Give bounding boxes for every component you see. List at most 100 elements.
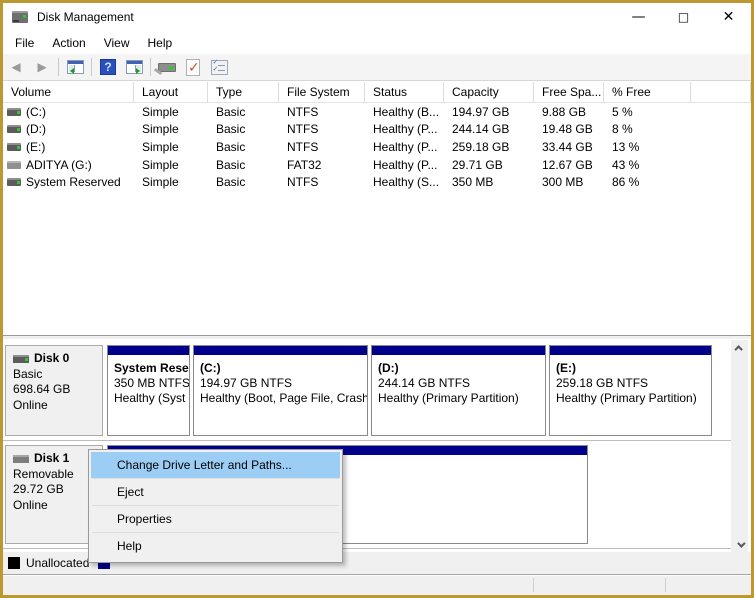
column-header-status[interactable]: Status bbox=[365, 82, 444, 102]
partition-c[interactable]: (C:) 194.97 GB NTFS Healthy (Boot, Page … bbox=[193, 345, 368, 436]
cell-status: Healthy (P... bbox=[365, 158, 444, 172]
partition-status: Healthy (Primary Partition) bbox=[556, 391, 711, 406]
cell-status: Healthy (S... bbox=[365, 175, 444, 189]
cell-capacity: 350 MB bbox=[444, 175, 534, 189]
toolbar-separator bbox=[91, 58, 92, 76]
context-menu: Change Drive Letter and Paths... Eject P… bbox=[88, 449, 343, 563]
partition-d[interactable]: (D:) 244.14 GB NTFS Healthy (Primary Par… bbox=[371, 345, 546, 436]
menu-item-eject[interactable]: Eject bbox=[91, 479, 340, 505]
menu-view[interactable]: View bbox=[95, 33, 139, 53]
partition-color-bar bbox=[372, 346, 545, 356]
help-icon: ? bbox=[100, 59, 116, 75]
disk-name: Disk 1 bbox=[34, 451, 69, 467]
cell-layout: Simple bbox=[134, 175, 208, 189]
menu-item-properties[interactable]: Properties bbox=[91, 506, 340, 532]
drive-popup-icon bbox=[158, 63, 176, 72]
disk-management-window: Disk Management — □ ✕ File Action View H… bbox=[0, 0, 754, 598]
column-header-pctfree[interactable]: % Free bbox=[604, 82, 691, 102]
toolbar-separator bbox=[150, 58, 151, 76]
status-bar bbox=[3, 574, 751, 595]
partition-title: System Rese bbox=[114, 361, 189, 376]
menu-item-help[interactable]: Help bbox=[91, 533, 340, 559]
cell-pctfree: 13 % bbox=[604, 140, 691, 154]
cell-volume: System Reserved bbox=[26, 175, 121, 189]
column-header-volume[interactable]: Volume bbox=[3, 82, 134, 102]
disk-drive-icon bbox=[12, 11, 28, 23]
console-tree-button[interactable] bbox=[63, 56, 87, 78]
statusbar-separator bbox=[665, 578, 666, 592]
table-row[interactable]: (E:) Simple Basic NTFS Healthy (P... 259… bbox=[3, 138, 751, 156]
table-row[interactable]: (C:) Simple Basic NTFS Healthy (B... 194… bbox=[3, 103, 751, 121]
window-title: Disk Management bbox=[37, 10, 134, 24]
cell-type: Basic bbox=[208, 105, 279, 119]
partition-e[interactable]: (E:) 259.18 GB NTFS Healthy (Primary Par… bbox=[549, 345, 712, 436]
partition-title: (E:) bbox=[556, 361, 711, 376]
menu-help[interactable]: Help bbox=[139, 33, 182, 53]
partition-status: Healthy (Primary Partition) bbox=[378, 391, 545, 406]
cell-type: Basic bbox=[208, 175, 279, 189]
disk-0-row: Disk 0 Basic 698.64 GB Online System Res… bbox=[3, 342, 731, 441]
title-bar: Disk Management — □ ✕ bbox=[3, 3, 751, 31]
scroll-up-button[interactable] bbox=[731, 340, 748, 355]
drive-popup-button[interactable] bbox=[155, 56, 179, 78]
vertical-scrollbar[interactable] bbox=[731, 340, 748, 552]
disk-icon bbox=[13, 355, 29, 363]
disk-kind: Removable bbox=[13, 467, 95, 483]
cell-capacity: 244.14 GB bbox=[444, 122, 534, 136]
scroll-down-button[interactable] bbox=[731, 537, 748, 552]
cell-free: 9.88 GB bbox=[534, 105, 604, 119]
cell-filesystem: FAT32 bbox=[279, 158, 365, 172]
cell-capacity: 29.71 GB bbox=[444, 158, 534, 172]
disk-size: 698.64 GB bbox=[13, 382, 95, 398]
volume-list: Volume Layout Type File System Status Ca… bbox=[3, 82, 751, 335]
partition-title: (C:) bbox=[200, 361, 367, 376]
menu-item-change-drive-letter[interactable]: Change Drive Letter and Paths... bbox=[91, 452, 340, 478]
cell-filesystem: NTFS bbox=[279, 105, 365, 119]
disk-size: 29.72 GB bbox=[13, 482, 95, 498]
cell-status: Healthy (P... bbox=[365, 122, 444, 136]
disk-0-label-panel[interactable]: Disk 0 Basic 698.64 GB Online bbox=[5, 345, 103, 436]
column-header-filler bbox=[691, 82, 751, 102]
maximize-button[interactable]: □ bbox=[661, 3, 706, 31]
menu-action[interactable]: Action bbox=[43, 33, 94, 53]
column-header-layout[interactable]: Layout bbox=[134, 82, 208, 102]
check-button[interactable] bbox=[181, 56, 205, 78]
volume-icon bbox=[7, 108, 21, 116]
forward-button[interactable]: ► bbox=[30, 56, 54, 78]
minimize-button[interactable]: — bbox=[616, 3, 661, 31]
partition-color-bar bbox=[194, 346, 367, 356]
partition-size: 194.97 GB NTFS bbox=[200, 376, 367, 391]
cell-type: Basic bbox=[208, 122, 279, 136]
check-mark-icon bbox=[186, 59, 200, 76]
back-button[interactable]: ◄ bbox=[4, 56, 28, 78]
partition-status: Healthy (Boot, Page File, Crash bbox=[200, 391, 367, 406]
cell-layout: Simple bbox=[134, 140, 208, 154]
properties-list-button[interactable] bbox=[207, 56, 231, 78]
table-row[interactable]: ADITYA (G:) Simple Basic FAT32 Healthy (… bbox=[3, 156, 751, 174]
cell-layout: Simple bbox=[134, 158, 208, 172]
forward-icon: ► bbox=[35, 60, 50, 75]
partition-system-reserved[interactable]: System Rese 350 MB NTFS Healthy (Syst bbox=[107, 345, 190, 436]
disk-name: Disk 0 bbox=[34, 351, 69, 367]
action-pane-icon bbox=[126, 60, 143, 74]
cell-layout: Simple bbox=[134, 105, 208, 119]
cell-pctfree: 86 % bbox=[604, 175, 691, 189]
column-header-freespace[interactable]: Free Spa... bbox=[534, 82, 604, 102]
action-pane-button[interactable] bbox=[122, 56, 146, 78]
cell-type: Basic bbox=[208, 140, 279, 154]
cell-pctfree: 43 % bbox=[604, 158, 691, 172]
partition-title: (D:) bbox=[378, 361, 545, 376]
table-row[interactable]: (D:) Simple Basic NTFS Healthy (P... 244… bbox=[3, 121, 751, 139]
partition-color-bar bbox=[108, 346, 189, 356]
unallocated-swatch bbox=[8, 557, 20, 569]
column-header-capacity[interactable]: Capacity bbox=[444, 82, 534, 102]
close-button[interactable]: ✕ bbox=[706, 3, 751, 31]
menu-file[interactable]: File bbox=[6, 33, 43, 53]
column-header-type[interactable]: Type bbox=[208, 82, 279, 102]
cell-filesystem: NTFS bbox=[279, 140, 365, 154]
cell-pctfree: 8 % bbox=[604, 122, 691, 136]
column-header-filesystem[interactable]: File System bbox=[279, 82, 365, 102]
volume-list-header: Volume Layout Type File System Status Ca… bbox=[3, 82, 751, 103]
table-row[interactable]: System Reserved Simple Basic NTFS Health… bbox=[3, 173, 751, 191]
help-button[interactable]: ? bbox=[96, 56, 120, 78]
